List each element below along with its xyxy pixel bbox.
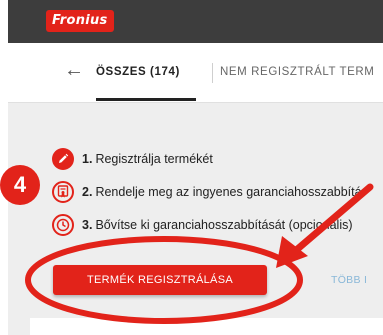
back-arrow-icon[interactable]: ← [64,57,84,83]
step-number: 2. [82,185,93,199]
step-number-badge: 4 [0,165,40,205]
step-number: 1. [82,152,93,166]
step-order-warranty: 2. Rendelje meg az ingyenes garanciahoss… [52,180,362,204]
step-text: Regisztrálja termékét [95,152,213,166]
step-extend-warranty: 3. Bővítse ki garanciahosszabbítását (op… [52,213,353,237]
active-tab-indicator [96,98,196,101]
pencil-icon [52,148,74,170]
step-text: Bővítse ki garanciahosszabbítását (opcio… [95,218,353,232]
tab-all[interactable]: ÖSSZES (174) [96,66,180,78]
register-product-button[interactable]: TERMÉK REGISZTRÁLÁSA [53,265,267,295]
step-register: 1. Regisztrálja termékét [52,147,213,171]
tab-unregistered[interactable]: NEM REGISZTRÁLT TERM [220,66,375,78]
step-number: 3. [82,218,93,232]
more-info-link[interactable]: TÖBB I [331,274,367,286]
clock-icon [52,214,74,236]
certificate-icon [52,181,74,203]
fronius-logo[interactable]: Fronius [46,10,114,32]
product-list-card [30,318,383,335]
top-bar: Fronius [8,0,383,43]
tab-divider [212,63,213,83]
step-text: Rendelje meg az ingyenes garanciahosszab… [95,185,362,199]
app-window: Fronius ← ÖSSZES (174) NEM REGISZTRÁLT T… [8,0,383,335]
tab-bar: ← ÖSSZES (174) NEM REGISZTRÁLT TERM [8,43,383,103]
